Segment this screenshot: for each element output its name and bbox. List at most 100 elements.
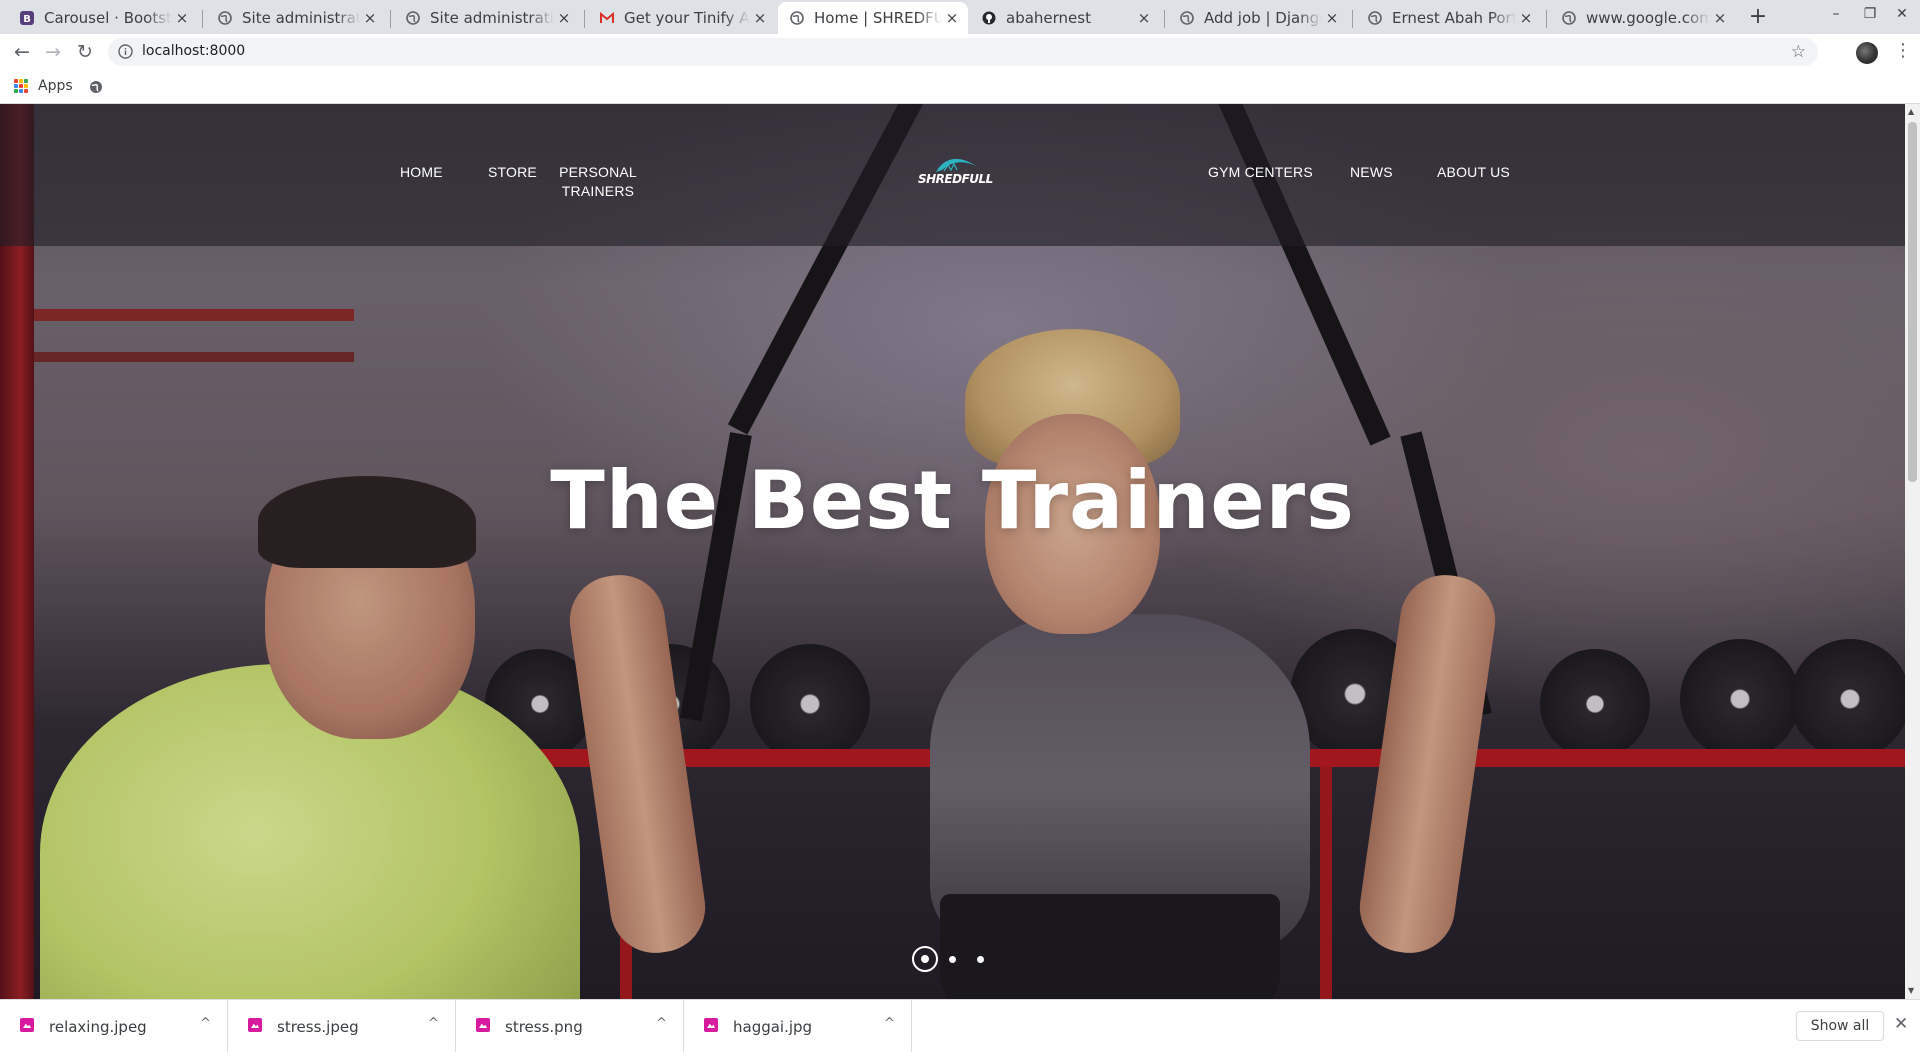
tab-title: abahernest: [1006, 9, 1091, 27]
bookmark-star-icon[interactable]: ☆: [1791, 42, 1806, 62]
close-icon[interactable]: ×: [942, 9, 962, 27]
tab-title: Home | SHREDFULL: [814, 9, 942, 27]
tab-github-abahernest[interactable]: abahernest ×: [970, 2, 1160, 34]
info-icon[interactable]: [118, 44, 133, 63]
carousel-indicator-2[interactable]: [949, 956, 956, 963]
site-navbar: HOME STORE PERSONAL TRAINERS SHREDFULL G…: [0, 104, 1905, 246]
tab-divider: [1352, 10, 1353, 28]
bookmark-globe-icon[interactable]: [89, 79, 103, 98]
browser-menu-icon[interactable]: ⋮: [1894, 40, 1912, 61]
browser-toolbar: ← → ↻ localhost:8000 ☆: [0, 34, 1920, 70]
tab-title: Ernest Abah Portfolio: [1392, 9, 1516, 27]
globe-icon: [1368, 11, 1382, 25]
close-icon[interactable]: ×: [360, 9, 380, 27]
tab-strip: B Carousel · Bootstrap × Site administra…: [0, 0, 1920, 34]
tab-title: Add job | Django site: [1204, 9, 1322, 27]
shredfull-logo[interactable]: SHREDFULL: [918, 152, 993, 192]
logo-swoosh-icon: [936, 158, 976, 172]
globe-icon: [1562, 11, 1576, 25]
nav-news-link[interactable]: NEWS: [1350, 163, 1393, 182]
download-item[interactable]: relaxing.jpeg ^: [0, 1000, 228, 1052]
tab-ernest-abah-portfolio[interactable]: Ernest Abah Portfolio ×: [1356, 2, 1542, 34]
download-filename[interactable]: stress.jpeg: [277, 1018, 359, 1036]
tab-divider: [390, 10, 391, 28]
tab-site-administration-2[interactable]: Site administration ×: [394, 2, 580, 34]
tab-divider: [1164, 10, 1165, 28]
svg-text:B: B: [23, 14, 31, 25]
carousel-indicator-3[interactable]: [977, 956, 984, 963]
globe-icon: [218, 11, 232, 25]
nav-gym-centers-link[interactable]: GYM CENTERS: [1208, 163, 1313, 182]
tab-title: Site administration: [242, 9, 360, 27]
image-file-icon: [20, 1018, 34, 1032]
download-item[interactable]: stress.jpeg ^: [228, 1000, 456, 1052]
close-icon[interactable]: ×: [172, 9, 192, 27]
tab-google[interactable]: www.google.com ×: [1550, 2, 1736, 34]
apps-grid-icon: [14, 79, 28, 93]
gmail-icon: [600, 11, 614, 25]
close-icon[interactable]: ×: [750, 9, 770, 27]
tab-add-job-django[interactable]: Add job | Django site ×: [1168, 2, 1348, 34]
show-all-downloads-button[interactable]: Show all: [1796, 1011, 1884, 1041]
tab-home-shredfull[interactable]: Home | SHREDFULL ×: [778, 2, 968, 34]
downloads-bar: relaxing.jpeg ^ stress.jpeg ^ stress.png…: [0, 999, 1920, 1052]
nav-personal-trainers-line2: TRAINERS: [561, 183, 635, 199]
chevron-up-icon[interactable]: ^: [200, 1016, 211, 1031]
tab-title: www.google.com: [1586, 9, 1710, 27]
globe-icon: [790, 11, 804, 25]
back-button[interactable]: ←: [10, 40, 34, 64]
download-filename[interactable]: relaxing.jpeg: [49, 1018, 147, 1036]
scroll-down-arrow-icon[interactable]: ▼: [1908, 986, 1914, 995]
download-item[interactable]: stress.png ^: [456, 1000, 684, 1052]
nav-home-link[interactable]: HOME: [400, 163, 443, 182]
minimize-button[interactable]: –: [1823, 6, 1849, 22]
bootstrap-icon: B: [20, 11, 34, 25]
profile-avatar[interactable]: [1856, 42, 1878, 64]
close-icon[interactable]: ×: [1322, 9, 1342, 27]
github-icon: [982, 11, 996, 25]
apps-label: Apps: [38, 78, 73, 94]
window-close-button[interactable]: ✕: [1889, 6, 1915, 22]
nav-personal-trainers-line1: PERSONAL: [559, 164, 637, 180]
logo-text: SHREDFULL: [918, 172, 993, 186]
tab-divider: [1546, 10, 1547, 28]
download-filename[interactable]: stress.png: [505, 1018, 583, 1036]
close-icon[interactable]: ×: [1134, 9, 1154, 27]
chevron-up-icon[interactable]: ^: [428, 1016, 439, 1031]
nav-store-link[interactable]: STORE: [488, 163, 537, 182]
nav-personal-trainers-link[interactable]: PERSONAL TRAINERS: [558, 163, 638, 201]
image-file-icon: [476, 1018, 490, 1032]
download-item[interactable]: haggai.jpg ^: [684, 1000, 912, 1052]
chevron-up-icon[interactable]: ^: [884, 1016, 895, 1031]
hero-title: The Best Trainers: [550, 454, 1355, 547]
carousel-indicator-1[interactable]: [912, 946, 938, 972]
scrollbar-thumb[interactable]: [1908, 122, 1917, 482]
tab-title: Get your Tinify API: [624, 9, 750, 27]
forward-button[interactable]: →: [41, 40, 65, 64]
close-icon[interactable]: ×: [1516, 9, 1536, 27]
page-scrollbar[interactable]: ▲ ▼: [1905, 104, 1920, 999]
reload-button[interactable]: ↻: [73, 40, 97, 64]
tab-carousel-bootstrap[interactable]: B Carousel · Bootstrap ×: [8, 2, 198, 34]
new-tab-button[interactable]: +: [1745, 4, 1771, 29]
chevron-up-icon[interactable]: ^: [656, 1016, 667, 1031]
address-bar[interactable]: localhost:8000 ☆: [108, 38, 1818, 66]
globe-icon: [1180, 11, 1194, 25]
url-text[interactable]: localhost:8000: [142, 43, 245, 59]
page-viewport: HOME STORE PERSONAL TRAINERS SHREDFULL G…: [0, 104, 1920, 999]
download-filename[interactable]: haggai.jpg: [733, 1018, 812, 1036]
tab-title: Carousel · Bootstrap: [44, 9, 172, 27]
image-file-icon: [704, 1018, 718, 1032]
restore-button[interactable]: ❐: [1857, 6, 1883, 22]
apps-shortcut[interactable]: Apps: [14, 78, 73, 94]
close-icon[interactable]: ×: [1710, 9, 1730, 27]
tab-site-administration-1[interactable]: Site administration ×: [206, 2, 386, 34]
scroll-up-arrow-icon[interactable]: ▲: [1908, 107, 1914, 116]
tab-tinify[interactable]: Get your Tinify API ×: [588, 2, 776, 34]
tab-title: Site administration: [430, 9, 554, 27]
close-downloads-icon[interactable]: ✕: [1894, 1014, 1908, 1034]
image-file-icon: [248, 1018, 262, 1032]
nav-about-us-link[interactable]: ABOUT US: [1437, 163, 1510, 182]
close-icon[interactable]: ×: [554, 9, 574, 27]
globe-icon: [406, 11, 420, 25]
